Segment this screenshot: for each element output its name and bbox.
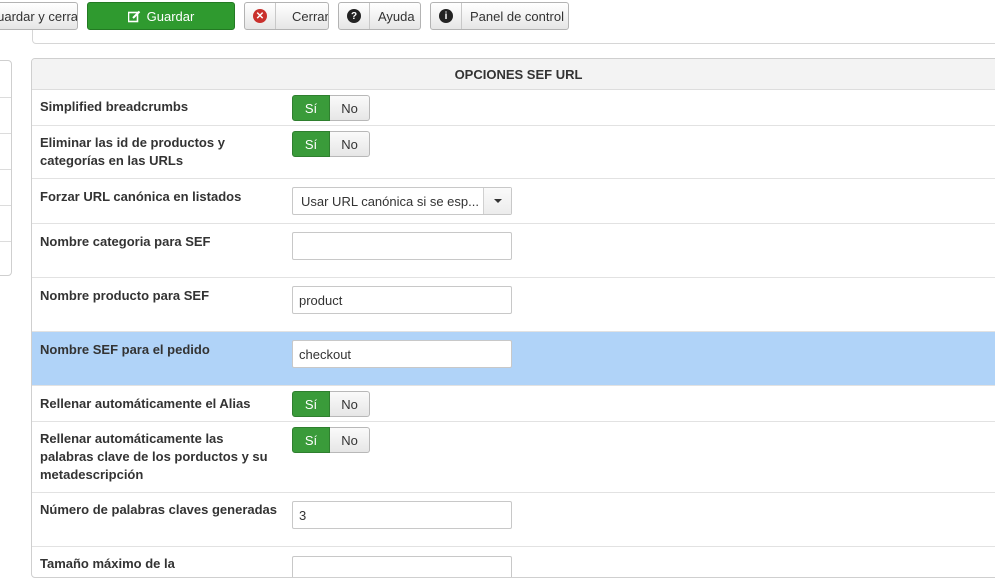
max-size-input[interactable] [292,556,512,577]
option-row: Simplified breadcrumbs Sí No [32,90,995,126]
option-label: Simplified breadcrumbs [40,99,189,114]
toggle-no-option[interactable]: No [330,391,370,417]
option-row: Tamaño máximo de la [32,547,995,577]
select-value: Usar URL canónica si se esp... [301,193,479,209]
option-label: Nombre producto para SEF [40,288,210,303]
order-sef-name-input[interactable]: checkout [292,340,512,368]
sidebar-divider [0,169,11,170]
option-label: Número de palabras claves generadas [40,502,278,517]
save-label: Guardar [146,8,195,24]
option-row: Nombre categoria para SEF [32,224,995,278]
option-label: Rellenar automáticamente el Alias [40,396,251,411]
close-label: Cerrar [292,8,329,24]
save-button[interactable]: Guardar [87,2,235,30]
toggle-no-option[interactable]: No [330,95,370,121]
info-icon: i [439,9,453,23]
sidebar-divider [0,205,11,206]
option-label: Nombre SEF para el pedido [40,342,210,357]
option-label: Eliminar las id de productos y categoría… [40,135,225,168]
keywords-count-input[interactable]: 3 [292,501,512,529]
question-icon: ? [347,9,361,23]
save-and-close-button[interactable]: Guardar y cerrar [0,2,78,30]
sidebar-menu [0,60,12,276]
sef-options-panel: OPCIONES SEF URL Simplified breadcrumbs … [31,58,995,578]
category-sef-name-input[interactable] [292,232,512,260]
toggle-yes-option[interactable]: Sí [292,427,330,453]
product-sef-name-input[interactable]: product [292,286,512,314]
option-row: Eliminar las id de productos y categoría… [32,126,995,179]
control-panel-button[interactable]: i Panel de control [430,2,569,30]
close-button[interactable]: ✕ Cerrar [244,2,329,30]
control-panel-label: Panel de control [470,8,564,24]
yes-no-toggle: Sí No [292,391,370,417]
option-row-highlighted: Nombre SEF para el pedido checkout [32,332,995,386]
option-row: Número de palabras claves generadas 3 [32,493,995,547]
sidebar-divider [0,133,11,134]
sidebar-divider [0,241,11,242]
save-and-close-label: Guardar y cerrar [0,8,78,24]
option-label: Forzar URL canónica en listados [40,189,242,204]
sidebar-divider [0,97,11,98]
help-label: Ayuda [378,8,415,24]
toggle-no-option[interactable]: No [330,427,370,453]
option-label: Rellenar automáticamente las palabras cl… [40,431,268,482]
option-row: Rellenar automáticamente el Alias Sí No [32,386,995,422]
option-row: Nombre producto para SEF product [32,278,995,332]
canonical-url-select[interactable]: Usar URL canónica si se esp... [292,187,512,215]
toggle-yes-option[interactable]: Sí [292,131,330,157]
edit-icon [127,10,141,23]
yes-no-toggle: Sí No [292,427,370,453]
close-circle-icon: ✕ [253,9,267,23]
option-label: Nombre categoria para SEF [40,234,211,249]
toggle-yes-option[interactable]: Sí [292,95,330,121]
option-row: Forzar URL canónica en listados Usar URL… [32,179,995,224]
upper-panel-edge [32,30,995,44]
yes-no-toggle: Sí No [292,131,370,157]
option-row: Rellenar automáticamente las palabras cl… [32,422,995,493]
panel-title: OPCIONES SEF URL [32,59,995,90]
option-label: Tamaño máximo de la [40,556,175,571]
yes-no-toggle: Sí No [292,95,370,121]
help-button[interactable]: ? Ayuda [338,2,421,30]
toggle-no-option[interactable]: No [330,131,370,157]
toggle-yes-option[interactable]: Sí [292,391,330,417]
chevron-down-icon[interactable] [483,188,511,214]
